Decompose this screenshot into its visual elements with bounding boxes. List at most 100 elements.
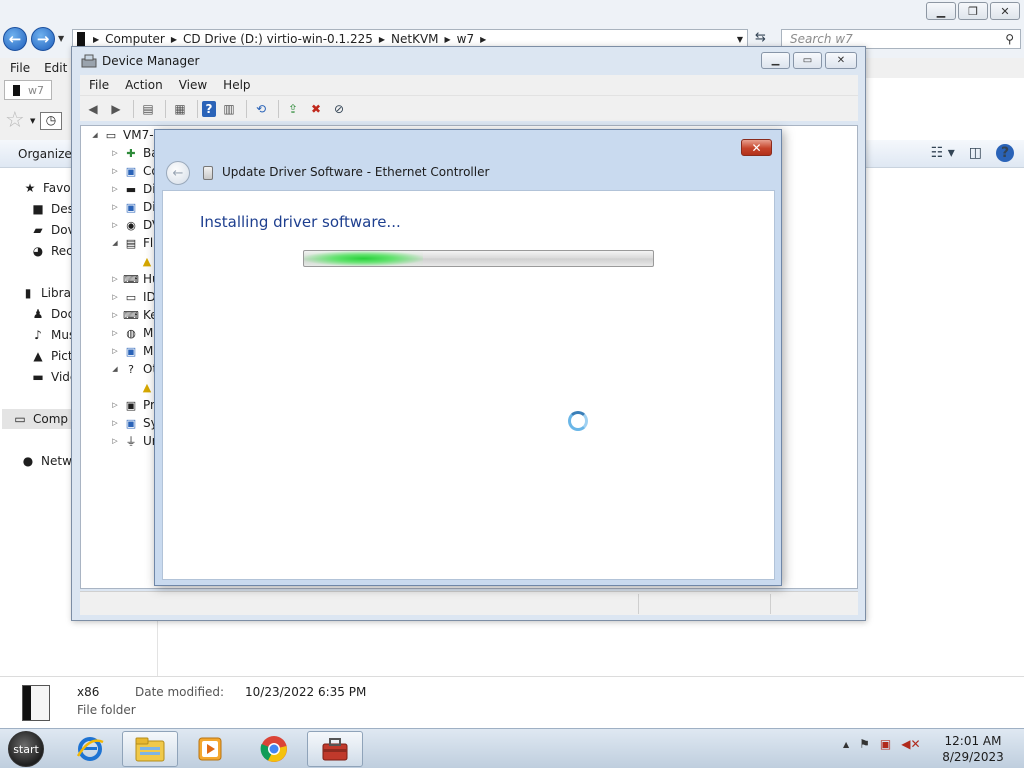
address-dropdown-icon[interactable]: ▼ bbox=[737, 35, 743, 44]
breadcrumb-computer[interactable]: Computer bbox=[105, 32, 165, 46]
forward-button[interactable]: → bbox=[31, 27, 55, 51]
toolbar-separator bbox=[133, 99, 134, 118]
action-pane-icon[interactable]: ▥ bbox=[219, 99, 239, 119]
forward-arrow-icon[interactable]: ▶ bbox=[106, 99, 126, 119]
tree-item[interactable]: ▷ ▣ Di bbox=[110, 200, 155, 214]
properties-icon[interactable]: ▦ bbox=[170, 99, 190, 119]
view-options-icon[interactable]: ☷ ▾ bbox=[931, 145, 955, 161]
tree-item[interactable]: ▷ ▣ M bbox=[110, 344, 153, 358]
dm-menu-help[interactable]: Help bbox=[223, 78, 250, 92]
expand-icon[interactable]: ▷ bbox=[110, 275, 120, 283]
tree-item[interactable]: ▷ ⏚ Ur bbox=[110, 434, 156, 448]
tree-item[interactable]: ▷ ▣ Sy bbox=[110, 416, 157, 430]
explorer-favorites-bar: ☆ ▼ ◷ bbox=[0, 104, 80, 140]
organize-button[interactable]: Organize bbox=[18, 147, 72, 161]
collapse-icon[interactable]: ◢ bbox=[90, 131, 100, 139]
network-disconnected-icon[interactable]: ▣ bbox=[880, 737, 891, 751]
processor-icon: ▣ bbox=[125, 398, 137, 412]
tree-item[interactable]: ▷ ▣ Pr bbox=[110, 398, 155, 412]
nav-documents[interactable]: ♟ Doc bbox=[30, 307, 75, 321]
recent-pages-dropdown[interactable]: ▼ bbox=[58, 34, 64, 43]
dm-minimize-button[interactable]: ▁ bbox=[761, 52, 790, 69]
star-icon[interactable]: ☆ bbox=[5, 108, 25, 133]
tree-item[interactable]: ▷ ▣ Co bbox=[110, 164, 158, 178]
expand-icon[interactable]: ▷ bbox=[110, 347, 120, 355]
volume-muted-icon[interactable]: ◀✕ bbox=[901, 737, 920, 751]
tree-root[interactable]: ◢ ▭ VM7- bbox=[90, 128, 153, 142]
help-icon[interactable]: ? bbox=[996, 144, 1014, 162]
show-hidden-icons-icon[interactable]: ▲ bbox=[843, 740, 849, 749]
tree-item[interactable]: ◢ ▤ Fl bbox=[110, 236, 153, 250]
explorer-minimize-button[interactable]: ▁ bbox=[926, 2, 956, 20]
refresh-icon[interactable]: ⇆ bbox=[755, 30, 766, 45]
toolbar-separator bbox=[278, 99, 279, 118]
explorer-close-button[interactable]: ✕ bbox=[990, 2, 1020, 20]
expand-icon[interactable]: ▷ bbox=[110, 221, 120, 229]
nav-recent[interactable]: ◕ Rec bbox=[30, 244, 73, 258]
explorer-restore-button[interactable]: ❐ bbox=[958, 2, 988, 20]
taskbar-explorer[interactable] bbox=[122, 731, 178, 767]
expand-icon[interactable]: ▷ bbox=[110, 203, 120, 211]
drive-icon bbox=[77, 32, 85, 46]
taskbar-internet-explorer[interactable] bbox=[62, 731, 118, 767]
show-hide-tree-icon[interactable]: ▤ bbox=[138, 99, 158, 119]
expand-icon[interactable]: ▷ bbox=[110, 419, 120, 427]
preview-pane-icon[interactable]: ◫ bbox=[969, 145, 982, 161]
expand-icon[interactable]: ▷ bbox=[110, 401, 120, 409]
breadcrumb-cd-drive[interactable]: CD Drive (D:) virtio-win-0.1.225 bbox=[183, 32, 373, 46]
nav-downloads[interactable]: ▰ Dov bbox=[30, 223, 74, 237]
tree-item-label: Fl bbox=[143, 236, 154, 250]
dm-close-button[interactable]: ✕ bbox=[825, 52, 857, 69]
back-arrow-icon[interactable]: ◀ bbox=[83, 99, 103, 119]
chevron-down-icon[interactable]: ▼ bbox=[30, 117, 35, 125]
tree-item[interactable]: ▷ ⌨ Hu bbox=[110, 272, 159, 286]
collapse-icon[interactable]: ◢ bbox=[110, 239, 120, 247]
expand-icon[interactable]: ▷ bbox=[110, 437, 120, 445]
nav-favorites[interactable]: ★ Favor bbox=[22, 181, 76, 195]
start-button[interactable]: start bbox=[8, 731, 44, 767]
dialog-back-button[interactable]: ← bbox=[166, 161, 190, 185]
computer-icon: ▭ bbox=[14, 412, 26, 426]
menu-file[interactable]: File bbox=[10, 61, 30, 75]
breadcrumb-netkvm[interactable]: NetKVM bbox=[391, 32, 439, 46]
tree-item[interactable]: ▷ ⌨ Ke bbox=[110, 308, 157, 322]
scan-hardware-icon[interactable]: ⟲ bbox=[251, 99, 271, 119]
expand-icon[interactable]: ▷ bbox=[110, 311, 120, 319]
menu-edit[interactable]: Edit bbox=[44, 61, 67, 75]
nav-libraries[interactable]: ▮ Librar bbox=[20, 286, 76, 300]
disable-device-icon[interactable]: ⊘ bbox=[329, 99, 349, 119]
expand-icon[interactable]: ▷ bbox=[110, 329, 120, 337]
action-center-flag-icon[interactable]: ⚑ bbox=[859, 737, 870, 751]
dialog-close-button[interactable]: ✕ bbox=[741, 139, 772, 156]
expand-icon[interactable]: ▷ bbox=[110, 149, 120, 157]
help-icon[interactable]: ? bbox=[202, 100, 216, 117]
breadcrumb-w7[interactable]: w7 bbox=[457, 32, 474, 46]
taskbar-media-player[interactable] bbox=[182, 731, 238, 767]
taskbar-chrome[interactable] bbox=[246, 731, 302, 767]
nav-pictures[interactable]: ▲ Pict bbox=[30, 349, 72, 363]
tab-w7[interactable]: w7 bbox=[4, 80, 52, 100]
collapse-icon[interactable]: ◢ bbox=[110, 365, 120, 373]
install-progress-bar bbox=[303, 250, 654, 267]
dm-menu-view[interactable]: View bbox=[179, 78, 207, 92]
update-driver-icon[interactable]: ⇪ bbox=[283, 99, 303, 119]
tree-item[interactable]: ◢? Ot bbox=[110, 362, 157, 376]
nav-desktop[interactable]: ■ Des bbox=[30, 202, 74, 216]
dm-menu-action[interactable]: Action bbox=[125, 78, 163, 92]
expand-icon[interactable]: ▷ bbox=[110, 185, 120, 193]
expand-icon[interactable]: ▷ bbox=[110, 167, 120, 175]
taskbar-device-manager[interactable] bbox=[307, 731, 363, 767]
dm-maximize-button[interactable]: ▭ bbox=[793, 52, 822, 69]
history-icon[interactable]: ◷ bbox=[40, 112, 62, 130]
tree-item[interactable]: ▷ ✚ Ba bbox=[110, 146, 158, 160]
dm-menu-file[interactable]: File bbox=[89, 78, 109, 92]
uninstall-device-icon[interactable]: ✖ bbox=[306, 99, 326, 119]
taskbar-clock[interactable]: 12:01 AM 8/29/2023 bbox=[940, 733, 1006, 765]
nav-music[interactable]: ♪ Mus bbox=[30, 328, 75, 342]
tree-item[interactable]: ▷ ◉ DV bbox=[110, 218, 160, 232]
tree-item[interactable]: ▷ ▭ ID bbox=[110, 290, 155, 304]
expand-icon[interactable]: ▷ bbox=[110, 293, 120, 301]
tree-item[interactable]: ▷ ▬ Di bbox=[110, 182, 155, 196]
tree-item[interactable]: ▷ ◍ M bbox=[110, 326, 153, 340]
back-button[interactable]: ← bbox=[3, 27, 27, 51]
